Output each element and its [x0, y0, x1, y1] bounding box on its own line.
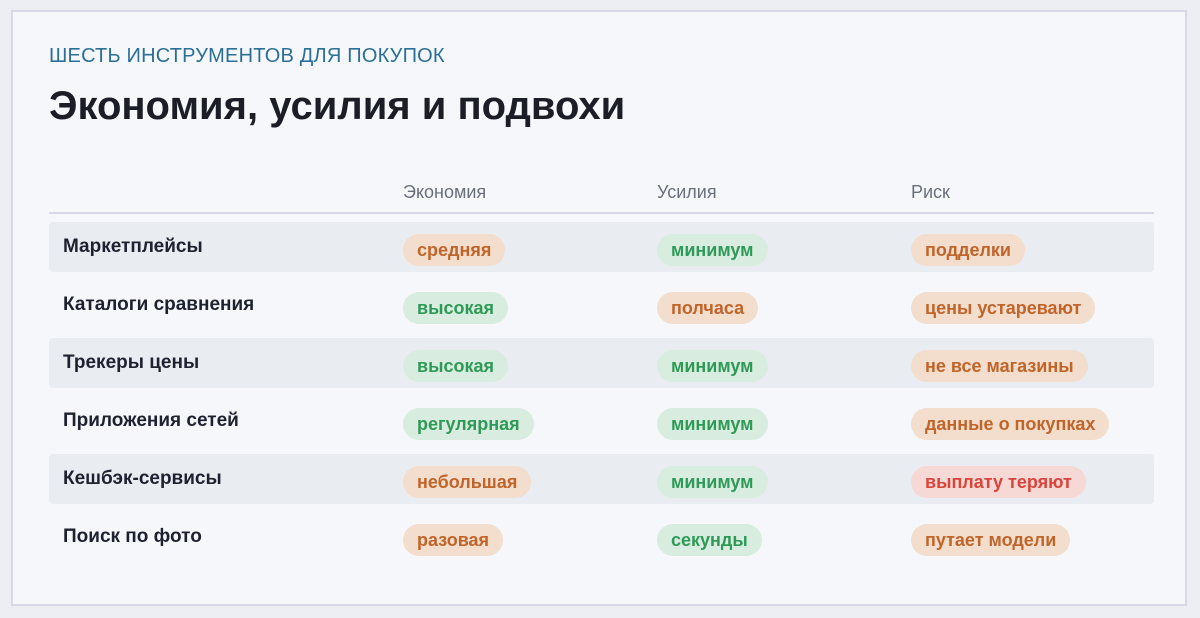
- savings-badge: средняя: [403, 234, 506, 266]
- table-row: Трекеры цены высокая минимум не все мага…: [49, 338, 1154, 388]
- column-header-effort: Усилия: [657, 182, 717, 202]
- table-row: Кешбэк-сервисы небольшая минимум выплату…: [49, 454, 1154, 504]
- effort-badge: секунды: [657, 524, 762, 556]
- eyebrow-label: ШЕСТЬ ИНСТРУМЕНТОВ ДЛЯ ПОКУПОК: [49, 45, 445, 67]
- risk-badge: путает модели: [911, 524, 1071, 556]
- risk-badge: подделки: [911, 234, 1026, 266]
- savings-badge: небольшая: [403, 466, 532, 498]
- savings-badge: высокая: [403, 350, 508, 382]
- column-header-risk: Риск: [911, 182, 950, 202]
- header-divider: [49, 212, 1154, 214]
- page-title: Экономия, усилия и подвохи: [49, 84, 626, 128]
- savings-badge: разовая: [403, 524, 504, 556]
- tool-name: Кешбэк-сервисы: [63, 468, 222, 489]
- table-row: Маркетплейсы средняя минимум подделки: [49, 222, 1154, 272]
- risk-badge: выплату теряют: [911, 466, 1086, 498]
- effort-badge: минимум: [657, 234, 768, 266]
- table-row: Каталоги сравнения высокая полчаса цены …: [49, 280, 1154, 330]
- savings-badge: высокая: [403, 292, 508, 324]
- tool-name: Поиск по фото: [63, 526, 202, 547]
- comparison-card: ШЕСТЬ ИНСТРУМЕНТОВ ДЛЯ ПОКУПОК Экономия,…: [11, 10, 1187, 606]
- risk-badge: не все магазины: [911, 350, 1088, 382]
- effort-badge: полчаса: [657, 292, 759, 324]
- column-header-savings: Экономия: [403, 182, 487, 202]
- savings-badge: регулярная: [403, 408, 534, 440]
- risk-badge: данные о покупках: [911, 408, 1110, 440]
- table-row: Приложения сетей регулярная минимум данн…: [49, 396, 1154, 446]
- effort-badge: минимум: [657, 350, 768, 382]
- effort-badge: минимум: [657, 408, 768, 440]
- effort-badge: минимум: [657, 466, 768, 498]
- tool-name: Маркетплейсы: [63, 236, 203, 257]
- table-row: Поиск по фото разовая секунды путает мод…: [49, 512, 1154, 562]
- risk-badge: цены устаревают: [911, 292, 1096, 324]
- tool-name: Каталоги сравнения: [63, 294, 255, 315]
- tool-name: Приложения сетей: [63, 410, 239, 431]
- tool-name: Трекеры цены: [63, 352, 200, 373]
